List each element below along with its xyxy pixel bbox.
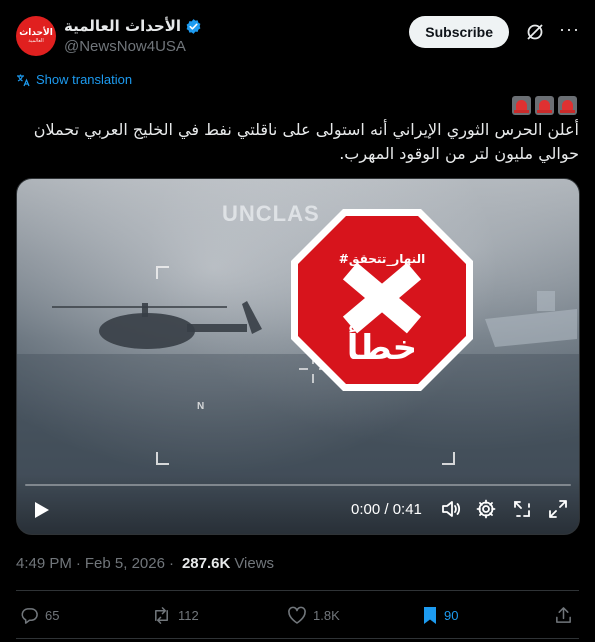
video-progress-bar[interactable] [25, 484, 571, 486]
display-name-text: الأحداث العالمية [64, 17, 182, 35]
share-button[interactable] [554, 604, 579, 626]
post-text: أعلن الحرس الثوري الإيراني أنه استولى عل… [33, 120, 579, 163]
avatar[interactable]: الأحداث العالمية [16, 16, 56, 56]
divider [16, 590, 579, 591]
post-meta: 4:49 PM · Feb 5, 2026 · 287.6K Views [16, 555, 274, 572]
reply-button[interactable]: 65 [20, 604, 59, 626]
author-names: الأحداث العالمية @NewsNow4USA [64, 16, 202, 55]
repost-count: 112 [178, 607, 199, 623]
share-icon [556, 606, 571, 623]
helicopter-silhouette [52, 301, 262, 349]
repost-icon [155, 606, 168, 624]
like-count: 1.8K [313, 607, 340, 623]
translate-icon [17, 74, 30, 86]
repost-button[interactable]: 112 [151, 604, 199, 626]
video-player[interactable]: UNCLAS N #النهار_تتحقق خطأ 0:00 / 0:41 [16, 178, 580, 535]
post-time[interactable]: 4:49 PM [16, 555, 72, 572]
stamp-hashtag: #النهار_تتحقق [338, 252, 426, 266]
subscribe-button[interactable]: Subscribe [409, 16, 509, 48]
bookmark-count: 90 [444, 607, 459, 623]
meta-separator: · [168, 555, 174, 572]
siren-emojis [512, 96, 577, 115]
divider [16, 638, 579, 639]
fullscreen-icon[interactable] [547, 498, 569, 520]
views-label: Views [234, 555, 275, 572]
action-bar: 65 112 1.8K 90 [16, 604, 579, 628]
fact-check-stamp: #النهار_تتحقق خطأ [287, 205, 477, 395]
avatar-logo-text: الأحداث [19, 27, 53, 38]
heart-icon [288, 606, 306, 624]
bookmark-filled-icon [424, 606, 436, 624]
siren-icon [535, 96, 554, 115]
more-options-icon[interactable]: ··· [559, 20, 579, 42]
reply-count: 65 [45, 607, 60, 623]
grok-icon[interactable] [525, 22, 545, 42]
video-time: 0:00 / 0:41 [351, 501, 422, 518]
display-name[interactable]: الأحداث العالمية [64, 16, 202, 36]
bookmark-button[interactable]: 90 [422, 604, 458, 626]
video-controls: 0:00 / 0:41 [17, 474, 579, 534]
post-header: الأحداث العالمية الأحداث العالمية @NewsN… [16, 14, 579, 58]
volume-icon[interactable] [440, 498, 462, 520]
siren-icon [512, 96, 531, 115]
verified-badge-icon [186, 18, 201, 34]
settings-gear-icon[interactable] [475, 498, 497, 520]
show-translation-label: Show translation [36, 72, 133, 87]
siren-icon [558, 96, 577, 115]
views-count: 287.6K [181, 555, 231, 572]
vessel-silhouette [485, 291, 577, 347]
pip-icon[interactable] [511, 498, 533, 520]
stamp-verdict: خطأ [346, 328, 418, 368]
avatar-logo-subtext: العالمية [28, 37, 44, 44]
show-translation-link[interactable]: Show translation [16, 72, 132, 87]
post-date[interactable]: Feb 5, 2026 [85, 555, 165, 572]
meta-separator: · [75, 555, 81, 572]
play-icon[interactable] [29, 498, 53, 522]
compass-marker: N [197, 401, 205, 412]
like-button[interactable]: 1.8K [287, 604, 340, 626]
reply-icon [21, 607, 38, 624]
user-handle[interactable]: @NewsNow4USA [64, 38, 202, 55]
